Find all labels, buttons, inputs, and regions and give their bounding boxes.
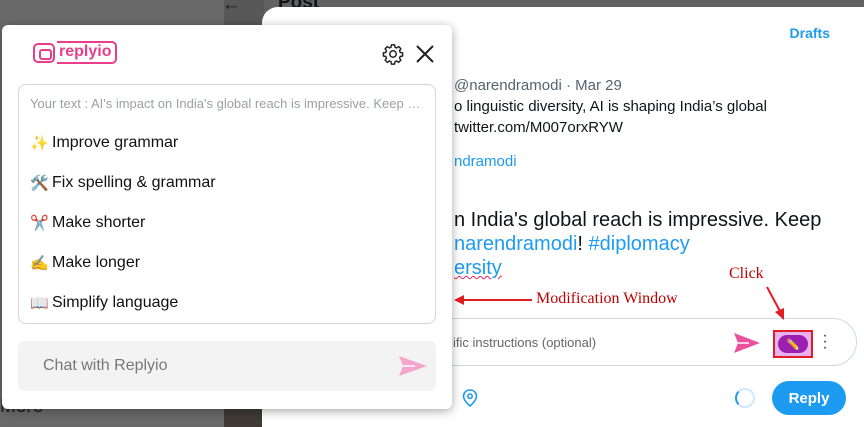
draft-text-line[interactable]: n India's global reach is impressive. Ke… <box>454 209 821 232</box>
annotation-arrow-down <box>766 286 784 320</box>
draft-hashtag[interactable]: #diplomacy <box>589 233 690 255</box>
option-label: Make shorter <box>52 214 146 231</box>
scissors-icon: ✂️ <box>30 215 49 232</box>
location-pin-icon[interactable] <box>462 389 478 407</box>
instructions-placeholder: ific instructions (optional) <box>453 335 597 350</box>
pencil-icon: ✏️ <box>778 335 808 353</box>
send-icon[interactable] <box>733 331 761 355</box>
replyio-logo-mark <box>33 42 55 63</box>
annotation-click: Click <box>729 265 764 282</box>
option-improve-grammar[interactable]: ✨ Improve grammar <box>30 134 178 152</box>
open-book-icon: 📖 <box>30 295 49 312</box>
option-fix-spelling-grammar[interactable]: 🛠️ Fix spelling & grammar <box>30 174 216 192</box>
draft-mention[interactable]: narendramodi <box>454 233 577 255</box>
option-make-shorter[interactable]: ✂️ Make shorter <box>30 214 145 232</box>
character-count-ring <box>735 388 755 408</box>
replyio-popup: replyio Your text : AI's impact on India… <box>2 25 452 409</box>
option-label: Improve grammar <box>52 134 179 151</box>
sparkles-icon: ✨ <box>30 135 49 152</box>
option-make-longer[interactable]: ✍️ Make longer <box>30 254 140 272</box>
annotation-arrow-left <box>454 295 532 305</box>
replying-to-handle[interactable]: ndramodi <box>454 153 517 170</box>
draft-text-line-2[interactable]: narendramodi! #diplomacy <box>454 233 690 256</box>
option-label: Make longer <box>52 254 141 271</box>
option-simplify-language[interactable]: 📖 Simplify language <box>30 294 178 312</box>
instructions-input[interactable]: ific instructions (optional) ✏️ · · · <box>392 318 857 366</box>
writing-hand-icon: ✍️ <box>30 255 49 272</box>
option-label: Fix spelling & grammar <box>52 174 216 191</box>
option-label: Simplify language <box>52 294 179 311</box>
reply-button[interactable]: Reply <box>772 381 846 415</box>
gear-icon[interactable] <box>382 43 404 65</box>
draft-punctuation: ! <box>577 233 583 255</box>
chat-input[interactable]: Chat with Replyio <box>18 341 436 391</box>
chat-placeholder: Chat with Replyio <box>43 357 168 374</box>
send-icon[interactable] <box>398 354 428 378</box>
arrow-left-icon[interactable]: ← <box>222 0 241 16</box>
draft-text-line-3[interactable]: ersity <box>454 257 502 280</box>
tweet-link[interactable]: twitter.com/M007orxRYW <box>454 119 623 136</box>
tweet-meta: @narendramodi · Mar 29 <box>454 77 622 94</box>
annotation-modification-window: Modification Window <box>536 290 678 307</box>
tools-icon: 🛠️ <box>30 175 49 192</box>
rewrite-options-panel: Your text : AI's impact on India's globa… <box>18 84 436 324</box>
draft-hashtag-diversity[interactable]: ersity <box>454 257 502 279</box>
tweet-text-line: o linguistic diversity, AI is shaping In… <box>454 98 767 115</box>
close-icon[interactable] <box>415 44 435 64</box>
replyio-logo: replyio <box>33 41 118 64</box>
replyio-logo-text: replyio <box>57 41 118 64</box>
more-options-icon[interactable]: · · · <box>821 328 829 356</box>
your-text-preview: Your text : AI's impact on India's globa… <box>30 96 426 111</box>
drafts-button[interactable]: Drafts <box>790 25 830 41</box>
replyio-pencil-button[interactable]: ✏️ <box>773 330 813 358</box>
